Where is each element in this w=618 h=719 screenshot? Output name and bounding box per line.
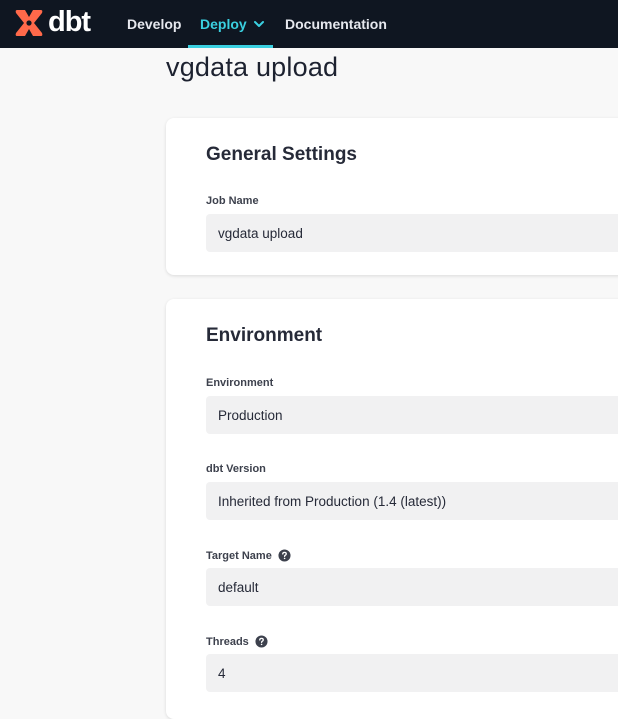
target-name-label: Target Name — [206, 549, 291, 562]
environment-label-text: Environment — [206, 377, 274, 389]
environment-section-title: Environment — [206, 325, 323, 346]
general-settings-card: General Settings Job Name vgdata upload — [166, 118, 618, 275]
nav-deploy-label: Deploy — [200, 16, 247, 32]
help-circle-icon[interactable] — [255, 635, 268, 648]
nav-documentation[interactable]: Documentation — [285, 0, 387, 48]
threads-label: Threads — [206, 635, 268, 648]
environment-select[interactable]: Production — [206, 396, 618, 434]
nav-deploy[interactable]: Deploy — [188, 0, 273, 48]
environment-card: Environment Environment Production dbt V… — [166, 299, 618, 719]
dbt-version-label: dbt Version — [206, 463, 266, 475]
chevron-down-icon — [253, 21, 264, 27]
environment-label: Environment — [206, 377, 273, 389]
job-name-value: vgdata upload — [218, 225, 303, 241]
job-name-field[interactable]: vgdata upload — [206, 214, 618, 252]
target-name-label-text: Target Name — [206, 549, 272, 562]
threads-label-text: Threads — [206, 635, 249, 648]
help-circle-icon[interactable] — [278, 549, 291, 562]
general-settings-title: General Settings — [206, 144, 357, 165]
dbt-logo-icon — [15, 10, 43, 36]
top-navigation-bar: dbt Develop Deploy Documentation — [0, 0, 618, 48]
target-name-field[interactable]: default — [206, 568, 618, 606]
target-name-value: default — [218, 579, 259, 595]
job-name-label: Job Name — [206, 195, 259, 207]
brand-name: dbt — [48, 6, 91, 38]
nav-documentation-label: Documentation — [285, 16, 387, 32]
threads-value: 4 — [218, 665, 226, 681]
page-title: vgdata upload — [166, 52, 339, 82]
dbt-logo[interactable]: dbt — [13, 6, 91, 40]
nav-develop-label: Develop — [127, 16, 182, 32]
dbt-version-label-text: dbt Version — [206, 463, 266, 475]
job-name-label-text: Job Name — [206, 195, 259, 207]
dbt-version-value: Inherited from Production (1.4 (latest)) — [218, 493, 447, 509]
environment-value: Production — [218, 407, 283, 423]
dbt-version-select[interactable]: Inherited from Production (1.4 (latest)) — [206, 482, 618, 520]
threads-field[interactable]: 4 — [206, 654, 618, 692]
nav-develop[interactable]: Develop — [127, 0, 181, 48]
